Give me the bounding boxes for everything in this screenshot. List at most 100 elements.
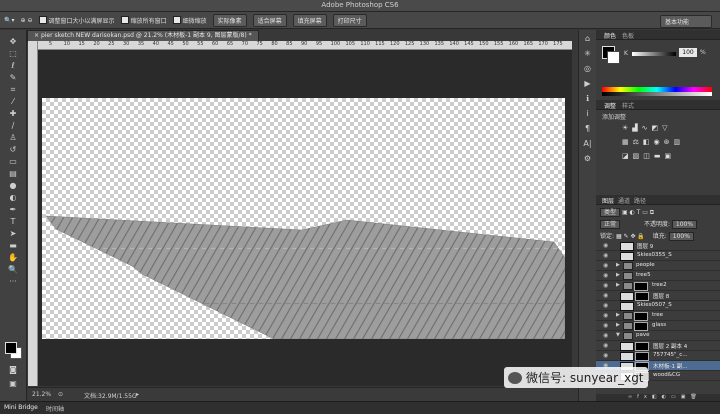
brightness-contrast-icon[interactable]: ☀ — [622, 124, 628, 132]
expand-arrow-icon[interactable]: ▶ — [616, 322, 620, 328]
zoom-in-button[interactable]: ⊕ ⊖ — [20, 17, 32, 24]
layer-row[interactable]: ◉ ▶ glass — [596, 321, 720, 331]
visibility-eye-icon[interactable]: ◉ — [603, 312, 608, 319]
k-value-field[interactable]: 100 — [679, 48, 697, 57]
pen-tool-icon[interactable]: ✒ — [6, 204, 20, 215]
layer-mask-thumbnail[interactable] — [634, 322, 648, 331]
properties-icon[interactable]: ℹ — [582, 93, 593, 104]
layer-row[interactable]: ◉ Skies0355_S — [596, 251, 720, 261]
layer-row[interactable]: ◉ 图层 8 — [596, 291, 720, 301]
visibility-eye-icon[interactable]: ◉ — [603, 252, 608, 259]
opacity-field[interactable]: 100% — [671, 220, 698, 229]
checkbox[interactable] — [120, 16, 129, 24]
tab-channels[interactable]: 通道 — [618, 196, 630, 205]
layer-row[interactable]: ◉ 图层 9 — [596, 241, 720, 251]
selective-color-icon[interactable]: ▣ — [665, 152, 672, 160]
hue-saturation-icon[interactable]: ▦ — [622, 138, 629, 146]
layer-thumbnail[interactable] — [620, 242, 634, 251]
levels-icon[interactable]: ▟ — [632, 124, 637, 132]
checkbox[interactable] — [38, 16, 47, 24]
zoom-all-windows-checkbox[interactable]: 缩放所有窗口 — [120, 16, 167, 25]
move-tool-icon[interactable]: ✥ — [6, 36, 20, 47]
expand-arrow-icon[interactable]: ▶ — [616, 312, 620, 318]
expand-arrow-icon[interactable]: ▶ — [616, 272, 620, 278]
background-swatch[interactable] — [607, 51, 620, 64]
layer-row[interactable]: ◉ ▼ pave — [596, 331, 720, 341]
screen-mode-icon[interactable]: ▣ — [6, 378, 20, 389]
hand-tool-icon[interactable]: ✋ — [6, 252, 20, 263]
mini-bridge-tab[interactable]: Mini Bridge — [4, 404, 38, 411]
photo-filter-icon[interactable]: ◉ — [654, 138, 660, 146]
visibility-eye-icon[interactable]: ◉ — [603, 262, 608, 269]
layer-row[interactable]: ◉ ▶ tree — [596, 311, 720, 321]
close-icon[interactable]: × — [34, 32, 41, 39]
type-tool-icon[interactable]: T — [6, 216, 20, 227]
brush-tool-icon[interactable]: ∕ — [6, 120, 20, 131]
quick-select-tool-icon[interactable]: ✎ — [6, 72, 20, 83]
color-lookup-icon[interactable]: ▥ — [674, 138, 681, 146]
invert-icon[interactable]: ◪ — [622, 152, 629, 160]
tab-layers[interactable]: 图层 — [602, 196, 614, 205]
character-icon[interactable]: A| — [582, 138, 593, 149]
threshold-icon[interactable]: ◫ — [643, 152, 650, 160]
posterize-icon[interactable]: ▨ — [633, 152, 640, 160]
k-slider[interactable] — [632, 52, 676, 56]
tab-color[interactable]: 颜色 — [604, 31, 616, 40]
channel-mixer-icon[interactable]: ⊛ — [664, 138, 670, 146]
actual-pixels-button[interactable]: 实际像素 — [212, 13, 247, 27]
layer-row[interactable]: ◉ ▶ tree5 — [596, 271, 720, 281]
eyedropper-tool-icon[interactable]: ⁄ — [6, 96, 20, 107]
expand-arrow-icon[interactable]: ▶ — [616, 262, 620, 268]
color-spectrum[interactable] — [602, 87, 712, 96]
visibility-eye-icon[interactable]: ◉ — [603, 302, 608, 309]
print-size-button[interactable]: 打印尺寸 — [332, 13, 367, 27]
status-icon[interactable]: ⊙ — [58, 391, 63, 398]
visibility-eye-icon[interactable]: ◉ — [603, 242, 608, 249]
visibility-eye-icon[interactable]: ◉ — [603, 292, 608, 299]
lock-icons[interactable]: ▦ ✎ ✥ 🔒 — [616, 233, 645, 240]
dodge-tool-icon[interactable]: ◐ — [6, 192, 20, 203]
quick-mask-icon[interactable]: ◙ — [6, 364, 20, 375]
resize-windows-checkbox[interactable]: 调整窗口大小以满屏显示 — [38, 16, 115, 25]
layer-mask-thumbnail[interactable] — [635, 292, 649, 301]
tab-adjustments[interactable]: 调整 — [604, 101, 616, 110]
layer-row[interactable]: ◉ ▶ tree2 — [596, 281, 720, 291]
layer-row[interactable]: ◉ ▶ people — [596, 261, 720, 271]
checkbox[interactable] — [172, 16, 181, 24]
actions-icon[interactable]: ▶ — [582, 78, 593, 89]
foreground-color-swatch[interactable] — [5, 342, 17, 354]
layer-thumbnail[interactable] — [620, 342, 634, 351]
color-balance-icon[interactable]: ⚖ — [633, 138, 639, 146]
fit-screen-button[interactable]: 适合屏幕 — [252, 13, 287, 27]
layer-row[interactable]: ◉ 图层 2 副本 4 — [596, 341, 720, 351]
curves-icon[interactable]: ∿ — [642, 124, 648, 132]
eraser-tool-icon[interactable]: ▭ — [6, 156, 20, 167]
marquee-tool-icon[interactable]: ⬚ — [6, 48, 20, 59]
scrubby-zoom-checkbox[interactable]: 细微缩放 — [172, 16, 207, 25]
history-icon[interactable]: ⌂ — [582, 33, 593, 44]
black-white-icon[interactable]: ◧ — [643, 138, 650, 146]
layer-thumbnail[interactable] — [620, 302, 634, 311]
fill-screen-button[interactable]: 填充屏幕 — [292, 13, 327, 27]
layer-thumbnail[interactable] — [620, 352, 634, 361]
layer-thumbnail[interactable] — [620, 252, 634, 261]
tab-paths[interactable]: 路径 — [634, 196, 646, 205]
brush-presets-icon[interactable]: ✳ — [582, 48, 593, 59]
expand-arrow-icon[interactable]: ▼ — [616, 332, 620, 338]
visibility-eye-icon[interactable]: ◉ — [603, 352, 608, 359]
expand-arrow-icon[interactable]: ▶ — [616, 282, 620, 288]
zoom-level[interactable]: 21.2% — [32, 391, 51, 398]
layer-mask-thumbnail[interactable] — [635, 352, 649, 361]
zoom-tool-icon[interactable]: 🔍 — [6, 264, 20, 275]
visibility-eye-icon[interactable]: ◉ — [603, 322, 608, 329]
workspace-switcher[interactable]: 基本功能 — [660, 15, 712, 28]
layer-mask-thumbnail[interactable] — [635, 342, 649, 351]
document-canvas[interactable] — [42, 98, 565, 339]
layer-footer-icons[interactable]: ∞fx◧◐▭▣🗑 — [628, 394, 702, 400]
path-select-tool-icon[interactable]: ➤ — [6, 228, 20, 239]
visibility-eye-icon[interactable]: ◉ — [603, 282, 608, 289]
gradient-map-icon[interactable]: ▬ — [654, 152, 661, 160]
vibrance-icon[interactable]: ▽ — [662, 124, 667, 132]
layer-thumbnail[interactable] — [620, 292, 634, 301]
blend-mode-select[interactable]: 正常 — [600, 220, 621, 229]
